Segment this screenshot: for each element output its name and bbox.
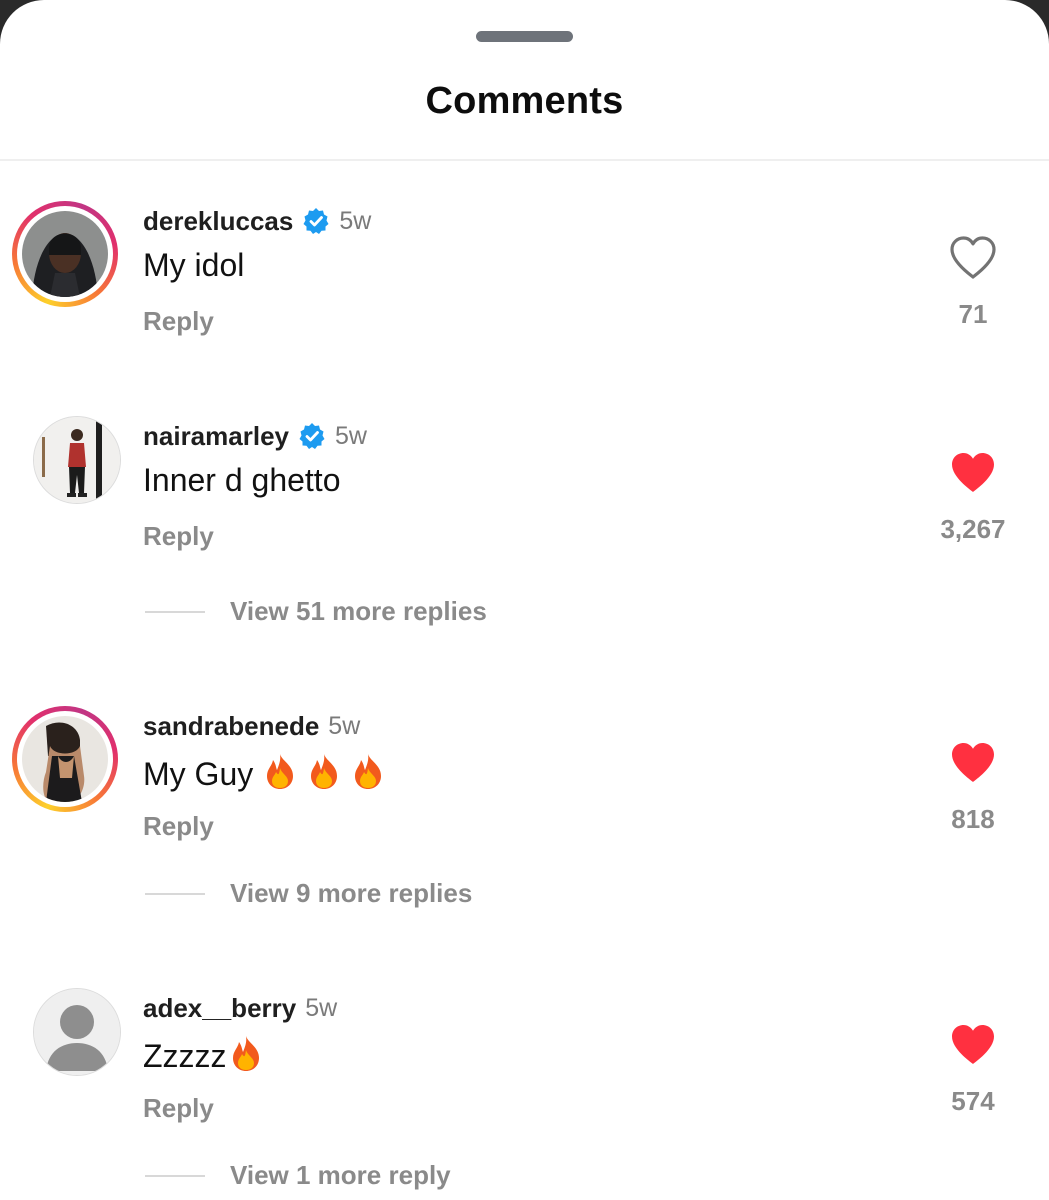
avatar: [22, 211, 108, 297]
sheet-title: Comments: [425, 80, 624, 122]
comment-timestamp: 5w: [339, 206, 372, 235]
fire-emoji-icon: [351, 752, 385, 790]
sheet-drag-handle[interactable]: [476, 31, 573, 42]
heart-filled-icon[interactable]: [946, 736, 1000, 790]
comment-timestamp: 5w: [305, 993, 338, 1022]
fire-emoji-icon: [263, 752, 297, 790]
header-divider: [0, 159, 1049, 161]
reply-button[interactable]: Reply: [143, 306, 214, 337]
verified-badge-icon: [302, 207, 330, 235]
comment-timestamp: 5w: [328, 711, 361, 740]
comment-username[interactable]: nairamarley: [143, 421, 289, 452]
comment-username[interactable]: adex__berry: [143, 993, 296, 1024]
comment-text-body: My Guy: [143, 756, 254, 792]
comment-text: Zzzzz: [143, 1034, 263, 1075]
comment-text: My idol: [143, 247, 245, 283]
comment-username[interactable]: sandrabenede: [143, 711, 319, 742]
reply-button[interactable]: Reply: [143, 521, 214, 552]
avatar-story-ring[interactable]: [12, 201, 118, 307]
view-more-replies-button[interactable]: View 1 more reply: [145, 1160, 451, 1191]
comments-sheet: Comments derekluccas 5w My idol Reply 71…: [0, 0, 1049, 1200]
avatar[interactable]: [33, 988, 121, 1076]
fire-emoji-icon: [229, 1034, 263, 1072]
heart-filled-icon[interactable]: [946, 446, 1000, 500]
like-count: 3,267: [940, 514, 1006, 544]
comment-text: My Guy: [143, 752, 385, 793]
view-more-replies-button[interactable]: View 9 more replies: [145, 878, 472, 909]
avatar-story-ring[interactable]: [12, 706, 118, 812]
reply-button[interactable]: Reply: [143, 1093, 214, 1124]
avatar: [22, 716, 108, 802]
comment-text: Inner d ghetto: [143, 462, 341, 498]
heart-filled-icon[interactable]: [946, 1018, 1000, 1072]
avatar[interactable]: [33, 416, 121, 504]
reply-button[interactable]: Reply: [143, 811, 214, 842]
view-more-replies-button[interactable]: View 51 more replies: [145, 596, 487, 627]
verified-badge-icon: [298, 422, 326, 450]
like-count: 818: [951, 804, 995, 834]
view-more-replies-label: View 51 more replies: [230, 596, 487, 626]
replies-line: [145, 1174, 205, 1177]
like-count: 574: [951, 1086, 995, 1116]
comment-timestamp: 5w: [334, 421, 367, 450]
heart-outline-icon[interactable]: [946, 231, 1000, 285]
comment-username[interactable]: derekluccas: [143, 206, 293, 237]
fire-emoji-icon: [307, 752, 341, 790]
replies-line: [145, 892, 205, 895]
comment-text-body: Zzzzz: [143, 1038, 227, 1074]
view-more-replies-label: View 1 more reply: [230, 1160, 451, 1190]
view-more-replies-label: View 9 more replies: [230, 878, 473, 908]
like-count: 71: [958, 299, 988, 329]
replies-line: [145, 610, 205, 613]
